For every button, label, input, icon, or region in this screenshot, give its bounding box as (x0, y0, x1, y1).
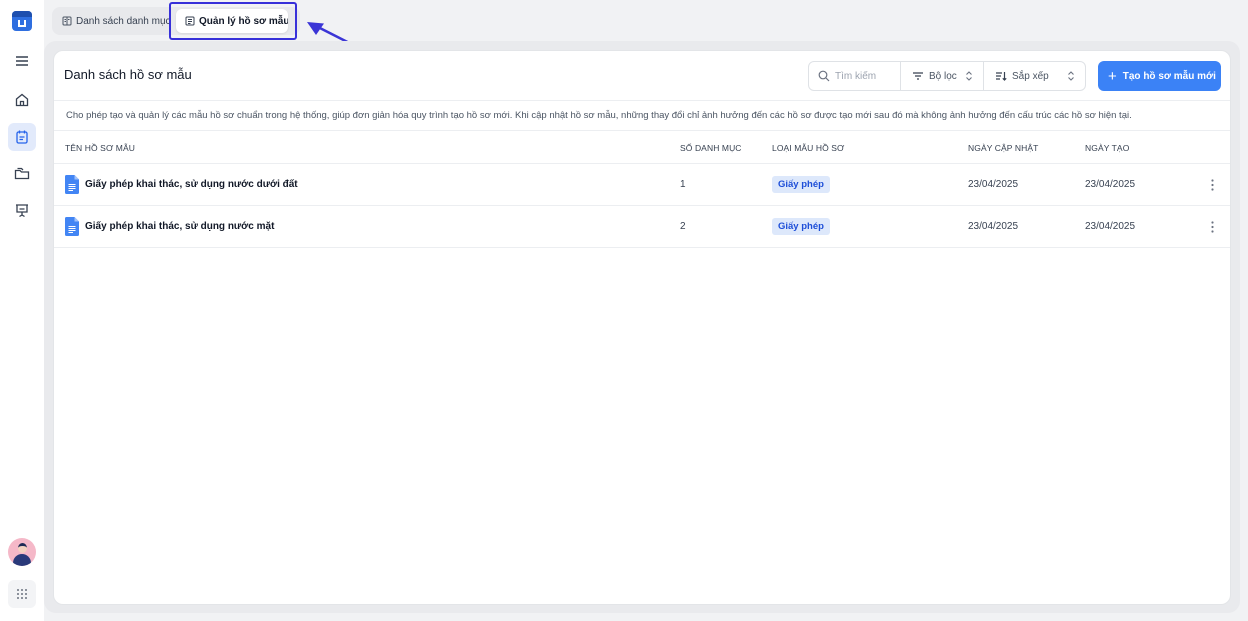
column-header-type[interactable]: Loại mẫu hồ sơ (772, 143, 844, 153)
chevron-updown-icon (1068, 71, 1074, 81)
page-description: Cho phép tạo và quản lý các mẫu hồ sơ ch… (66, 110, 1132, 121)
ledger-icon (62, 16, 72, 26)
filter-label: Bộ lọc (929, 70, 957, 82)
toolbar: Tìm kiếm Bộ lọc Sắp xếp (808, 61, 1086, 91)
search-icon (818, 70, 830, 82)
column-header-name[interactable]: Tên hồ sơ mẫu (65, 143, 135, 153)
document-icon (65, 217, 79, 236)
apps-grid-icon[interactable] (8, 580, 36, 608)
search-input[interactable]: Tìm kiếm (809, 62, 901, 90)
row-created-date: 23/04/2025 (1085, 179, 1136, 190)
row-name: Giấy phép khai thác, sử dụng nước mặt (85, 221, 275, 232)
annotation-highlight-box (169, 2, 297, 40)
row-name-cell[interactable]: Giấy phép khai thác, sử dụng nước dưới đ… (65, 175, 298, 194)
search-placeholder: Tìm kiếm (835, 70, 877, 82)
row-updated-date: 23/04/2025 (968, 179, 1019, 190)
filter-icon (913, 72, 923, 80)
calendar-icon[interactable] (8, 123, 36, 151)
plus-icon: + (1108, 67, 1117, 85)
row-count: 1 (680, 179, 686, 190)
sort-button[interactable]: Sắp xếp (984, 62, 1085, 90)
column-header-created[interactable]: Ngày tạo (1085, 143, 1129, 153)
more-vertical-icon[interactable] (1206, 219, 1218, 235)
table-header: Tên hồ sơ mẫu Số danh mục Loại mẫu hồ sơ… (54, 131, 1230, 164)
create-button-label: Tạo hồ sơ mẫu mới (1122, 70, 1216, 82)
sort-icon (996, 72, 1007, 81)
chevron-updown-icon (966, 71, 972, 81)
row-name-cell[interactable]: Giấy phép khai thác, sử dụng nước mặt (65, 217, 274, 236)
create-template-button[interactable]: + Tạo hồ sơ mẫu mới (1098, 61, 1221, 91)
folders-icon[interactable] (8, 159, 36, 187)
column-header-count[interactable]: Số danh mục (680, 143, 742, 153)
table-row[interactable]: Giấy phép khai thác, sử dụng nước mặt 2 … (54, 206, 1230, 248)
page-title: Danh sách hồ sơ mẫu (64, 67, 192, 82)
app-logo[interactable] (12, 11, 32, 31)
tab-category-list[interactable]: Danh sách danh mục (62, 9, 180, 33)
document-icon (65, 175, 79, 194)
more-vertical-icon[interactable] (1206, 177, 1218, 193)
sort-label: Sắp xếp (1012, 70, 1049, 82)
content-card: Danh sách hồ sơ mẫu Tìm kiếm Bộ lọc Sắp … (53, 50, 1231, 605)
row-count: 2 (680, 221, 686, 232)
type-badge: Giấy phép (772, 218, 830, 235)
filter-button[interactable]: Bộ lọc (901, 62, 984, 90)
row-created-date: 23/04/2025 (1085, 221, 1136, 232)
row-name: Giấy phép khai thác, sử dụng nước dưới đ… (85, 179, 298, 190)
menu-icon[interactable] (8, 47, 36, 75)
main-area: Danh sách hồ sơ mẫu Tìm kiếm Bộ lọc Sắp … (44, 41, 1240, 613)
tab-label: Danh sách danh mục (76, 15, 171, 27)
presentation-icon[interactable] (8, 196, 36, 224)
table-row[interactable]: Giấy phép khai thác, sử dụng nước dưới đ… (54, 164, 1230, 206)
user-avatar[interactable] (8, 538, 36, 566)
type-badge: Giấy phép (772, 176, 830, 193)
home-icon[interactable] (8, 86, 36, 114)
row-updated-date: 23/04/2025 (968, 221, 1019, 232)
card-header: Danh sách hồ sơ mẫu Tìm kiếm Bộ lọc Sắp … (54, 51, 1230, 101)
sidebar (0, 0, 44, 621)
column-header-updated[interactable]: Ngày cập nhật (968, 143, 1038, 153)
